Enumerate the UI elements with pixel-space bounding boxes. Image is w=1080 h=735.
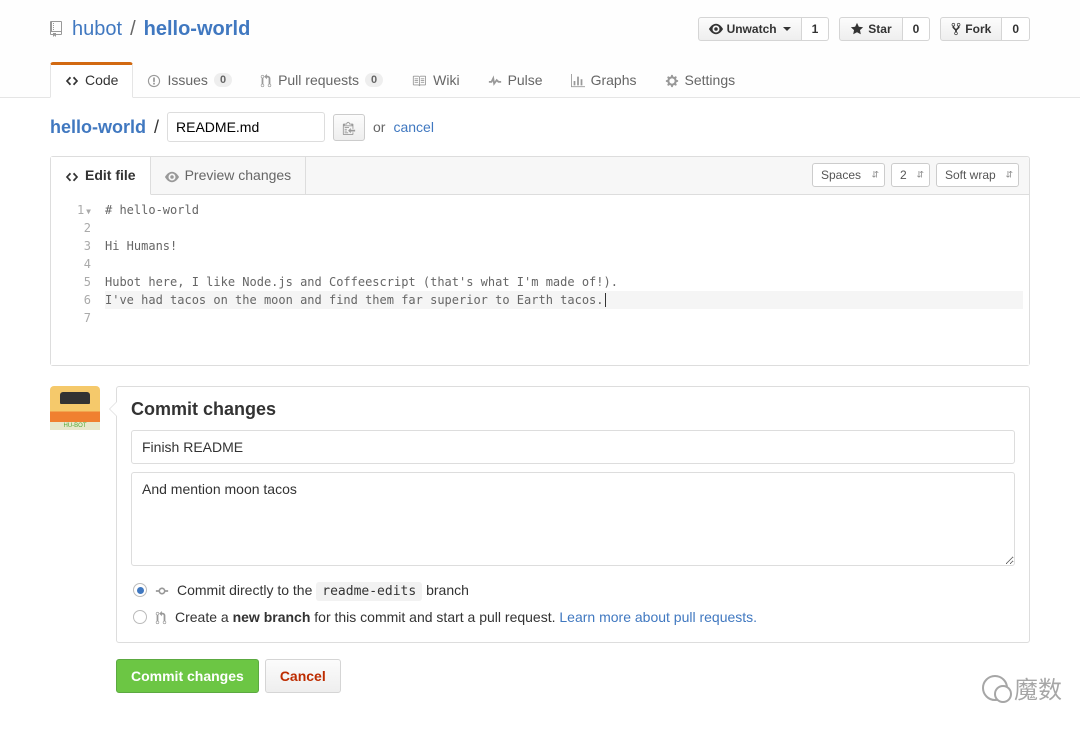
unwatch-button[interactable]: Unwatch [698, 17, 802, 42]
cancel-button[interactable]: Cancel [265, 659, 341, 693]
tab-issues[interactable]: Issues 0 [133, 62, 246, 97]
tab-edit-file[interactable]: Edit file [51, 157, 151, 194]
tab-preview-changes[interactable]: Preview changes [151, 157, 307, 193]
code-icon [65, 72, 79, 88]
radio-unchecked[interactable] [133, 610, 147, 624]
repo-actions: Unwatch 1 Star 0 Fork 0 [698, 17, 1030, 42]
text-cursor [605, 293, 606, 307]
indent-size-select[interactable]: 2 [891, 163, 930, 187]
tab-settings[interactable]: Settings [651, 62, 750, 97]
commit-option-new-branch[interactable]: Create a new branch for this commit and … [131, 604, 1015, 630]
learn-more-link[interactable]: Learn more about pull requests. [559, 609, 757, 625]
tab-code[interactable]: Code [50, 62, 133, 98]
watermark: 魔数 [982, 670, 1062, 705]
star-button[interactable]: Star [839, 17, 902, 42]
avatar [50, 386, 100, 430]
pull-request-icon [260, 72, 272, 88]
commit-heading: Commit changes [131, 399, 1015, 420]
tab-pull-requests[interactable]: Pull requests 0 [246, 62, 397, 97]
issues-count: 0 [214, 73, 232, 87]
owner-link[interactable]: hubot [72, 18, 122, 41]
code-editor-area[interactable]: 1▼ 2 3 4 5 6 7 # hello-world Hi Humans! … [51, 195, 1029, 365]
book-icon [411, 72, 427, 88]
commit-form: Commit changes And mention moon tacos Co… [116, 386, 1030, 643]
tab-pulse[interactable]: Pulse [474, 62, 557, 97]
repo-link[interactable]: hello-world [144, 18, 251, 41]
breadcrumb: hello-world / or cancel [50, 112, 1030, 142]
tab-graphs[interactable]: Graphs [557, 62, 651, 97]
code-icon [65, 167, 79, 183]
graph-icon [571, 72, 585, 88]
wrap-mode-select[interactable]: Soft wrap [936, 163, 1019, 187]
commit-summary-input[interactable] [131, 430, 1015, 464]
caret-down-icon [783, 27, 791, 31]
repo-title: hubot / hello-world [50, 18, 250, 41]
or-text: or [373, 119, 385, 135]
line-gutter: 1▼ 2 3 4 5 6 7 [51, 195, 99, 365]
issue-icon [147, 72, 161, 88]
gear-icon [665, 72, 679, 88]
pulse-icon [488, 72, 502, 88]
path-separator: / [154, 117, 159, 138]
tab-wiki[interactable]: Wiki [397, 62, 473, 97]
fork-count[interactable]: 0 [1002, 17, 1030, 42]
repo-icon [50, 18, 66, 41]
git-commit-icon [155, 582, 169, 598]
pull-request-icon [155, 609, 167, 625]
clipboard-icon [342, 120, 356, 135]
file-editor: Edit file Preview changes Spaces 2 Soft … [50, 156, 1030, 365]
breadcrumb-repo-link[interactable]: hello-world [50, 117, 146, 138]
branch-name: readme-edits [316, 582, 422, 601]
code-content[interactable]: # hello-world Hi Humans! Hubot here, I l… [99, 195, 1029, 365]
eye-icon [709, 22, 723, 37]
watch-count[interactable]: 1 [802, 17, 830, 42]
eye-icon [165, 167, 179, 183]
star-count[interactable]: 0 [903, 17, 931, 42]
path-separator: / [130, 18, 136, 41]
pulls-count: 0 [365, 73, 383, 87]
star-icon [850, 22, 864, 37]
repo-nav: Code Issues 0 Pull requests 0 Wiki Pulse… [50, 62, 1030, 97]
commit-changes-button[interactable]: Commit changes [116, 659, 259, 693]
indent-mode-select[interactable]: Spaces [812, 163, 885, 187]
cancel-link[interactable]: cancel [393, 119, 433, 135]
fork-button[interactable]: Fork [940, 17, 1002, 42]
filename-input[interactable] [167, 112, 325, 142]
fork-icon [951, 22, 961, 37]
commit-option-direct[interactable]: Commit directly to the readme-edits bran… [131, 577, 1015, 604]
wechat-icon [982, 675, 1008, 701]
clipboard-button[interactable] [333, 114, 365, 141]
radio-checked[interactable] [133, 583, 147, 597]
commit-description-textarea[interactable]: And mention moon tacos [131, 472, 1015, 566]
